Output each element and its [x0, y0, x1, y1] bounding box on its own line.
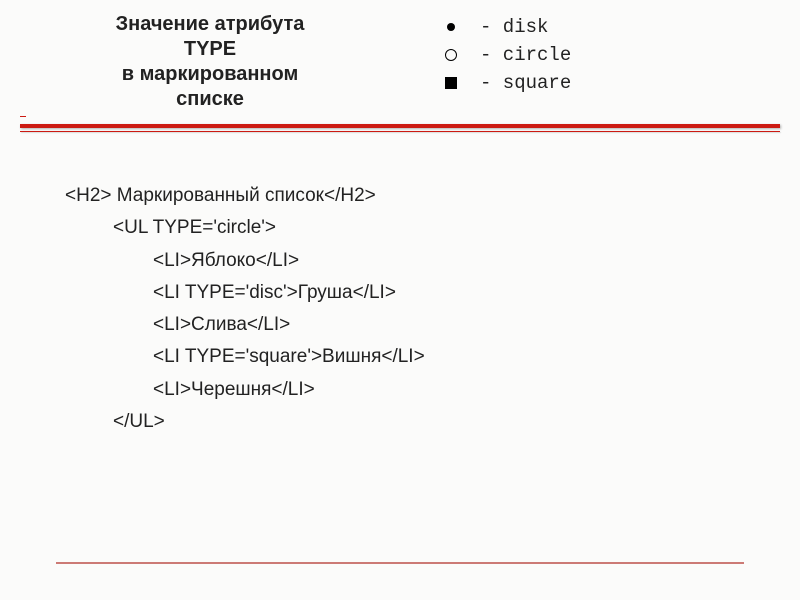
legend-row-disk: - disk	[440, 16, 571, 38]
code-line: <LI>Черешня</LI>	[153, 374, 425, 406]
code-line: </UL>	[113, 406, 425, 438]
title-line-3: в маркированном	[20, 62, 400, 87]
code-example: <H2> Маркированный список</H2> <UL TYPE=…	[65, 180, 425, 438]
legend-label-disk: - disk	[480, 16, 548, 38]
decorative-mark	[20, 116, 26, 117]
square-icon	[440, 72, 462, 94]
legend-label-square: - square	[480, 72, 571, 94]
title-line-1: Значение атрибута	[20, 12, 400, 37]
code-line: <LI TYPE='disc'>Груша</LI>	[153, 277, 425, 309]
bullet-legend: - disk - circle - square	[420, 8, 571, 122]
disc-icon	[440, 16, 462, 38]
slide-title: Значение атрибута TYPE в маркированном с…	[0, 8, 420, 122]
code-line: <UL TYPE='circle'>	[113, 212, 425, 244]
circle-icon	[440, 44, 462, 66]
code-line: <LI>Яблоко</LI>	[153, 245, 425, 277]
code-line: <LI TYPE='square'>Вишня</LI>	[153, 341, 425, 373]
legend-row-circle: - circle	[440, 44, 571, 66]
code-line: <LI>Слива</LI>	[153, 309, 425, 341]
legend-label-circle: - circle	[480, 44, 571, 66]
title-line-2: TYPE	[20, 37, 400, 62]
footer-divider	[56, 562, 744, 564]
code-line: <H2> Маркированный список</H2>	[65, 180, 425, 212]
title-line-4: списке	[20, 87, 400, 112]
legend-row-square: - square	[440, 72, 571, 94]
title-underline	[20, 124, 780, 130]
